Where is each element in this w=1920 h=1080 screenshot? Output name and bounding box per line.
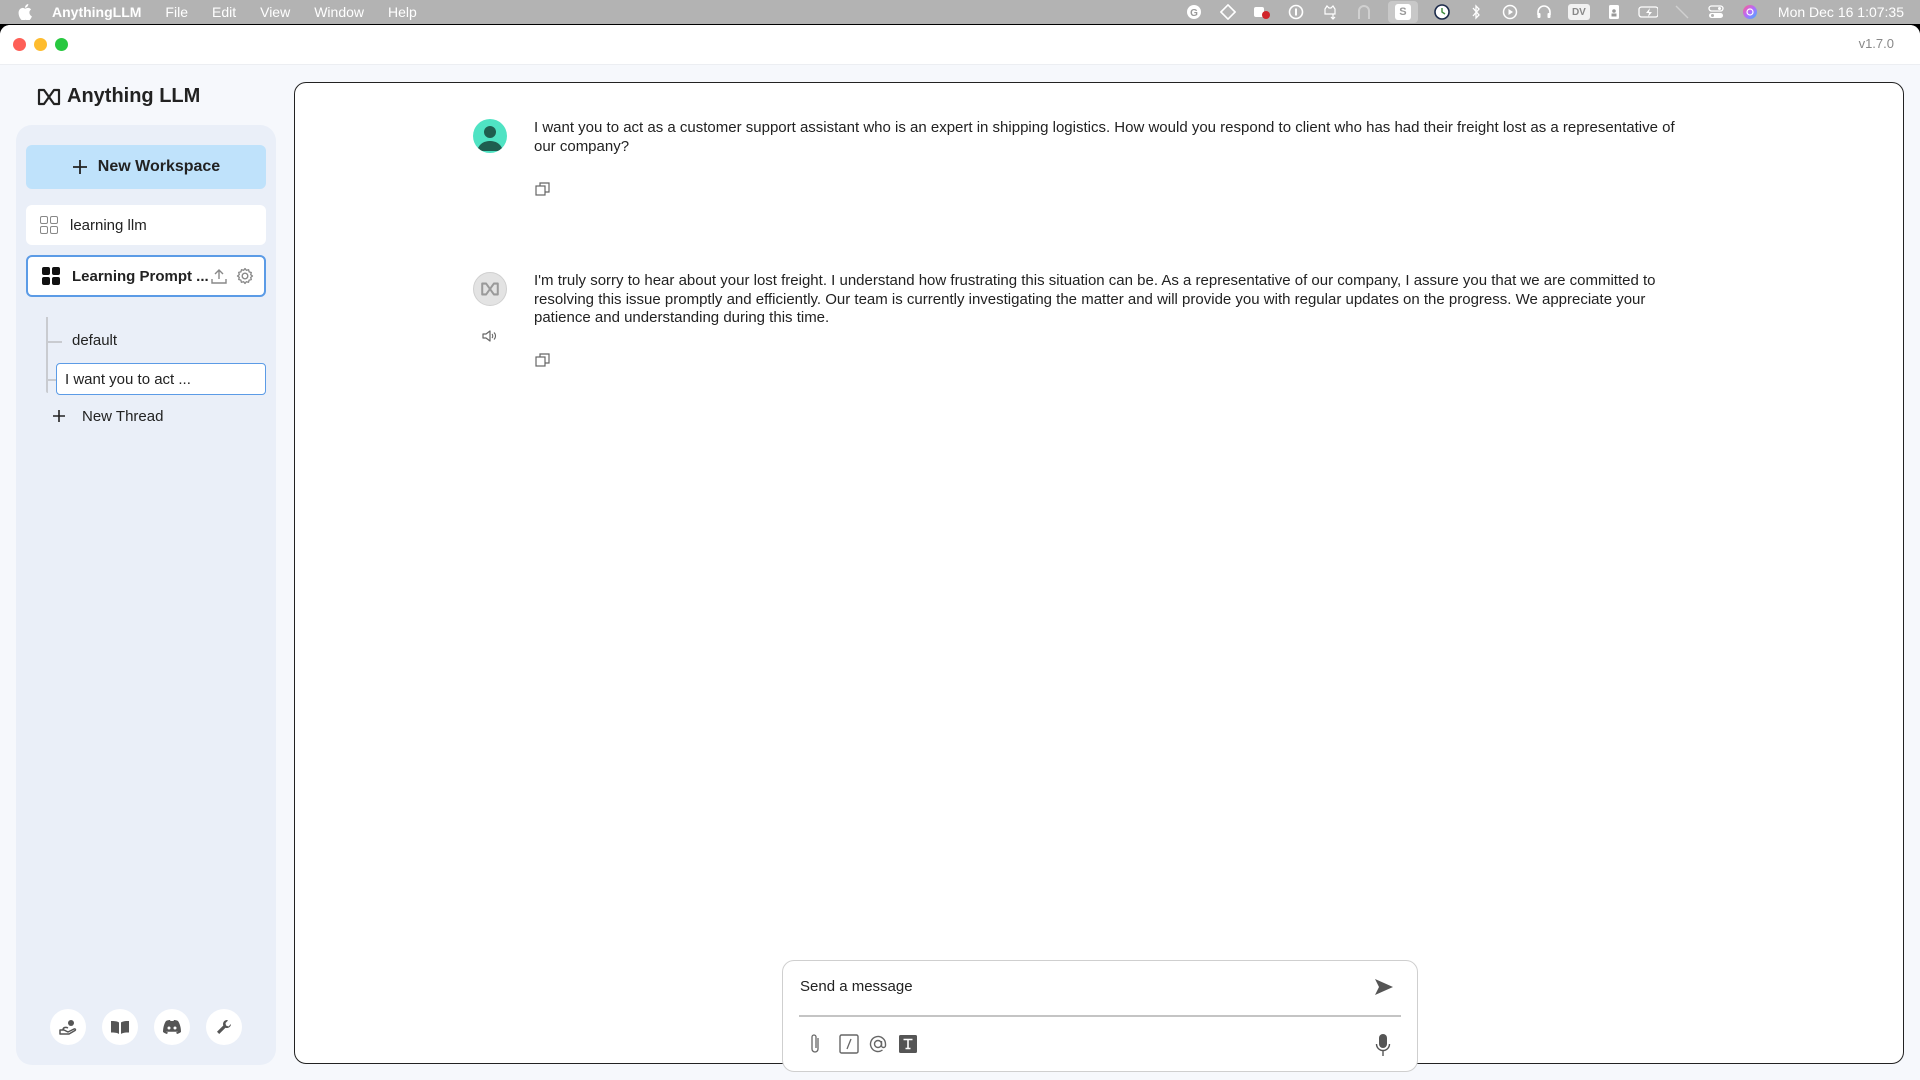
- svg-text:G: G: [1190, 8, 1198, 19]
- battery-icon[interactable]: [1638, 3, 1658, 21]
- text-format-icon: [899, 1035, 917, 1053]
- maximize-window-button[interactable]: [55, 38, 68, 51]
- logo-text: Anything LLM: [67, 85, 201, 107]
- apple-menu-icon[interactable]: [18, 4, 38, 20]
- assistant-avatar: [473, 272, 507, 306]
- time-machine-icon[interactable]: [1432, 3, 1452, 21]
- slash-command-icon: [839, 1034, 859, 1054]
- macos-menubar: AnythingLLM File Edit View Window Help G…: [0, 0, 1920, 24]
- app-window: v1.7.0 Anything LLM New Workspace learni…: [0, 25, 1920, 1080]
- thread-item[interactable]: default: [72, 332, 117, 349]
- onepassword-icon[interactable]: [1286, 3, 1306, 21]
- community-hub-icon: [59, 1020, 77, 1035]
- menubar-clock[interactable]: Mon Dec 16 1:07:35: [1778, 4, 1904, 20]
- control-center-icon[interactable]: [1706, 3, 1726, 21]
- headphones-icon[interactable]: [1534, 3, 1554, 21]
- slash-command-button[interactable]: [839, 1033, 859, 1055]
- dv-icon[interactable]: DV: [1567, 4, 1590, 20]
- copy-icon[interactable]: [535, 352, 551, 368]
- workspace-grid-icon: [42, 267, 60, 285]
- mention-agent-button[interactable]: [868, 1033, 888, 1055]
- new-thread-button[interactable]: New Thread: [48, 405, 163, 427]
- anything-llm-logo-icon: [37, 88, 61, 105]
- attach-button[interactable]: [805, 1033, 825, 1055]
- upload-icon[interactable]: [210, 267, 228, 285]
- sidebar: New Workspace learning llm Learning Prom…: [16, 125, 276, 1065]
- thread-item-active[interactable]: I want you to act ...: [56, 363, 266, 395]
- composer-divider: [799, 1015, 1401, 1017]
- paperclip-icon: [811, 1034, 819, 1053]
- gear-icon[interactable]: [236, 267, 254, 285]
- menu-edit[interactable]: Edit: [212, 4, 236, 20]
- workspace-item-active[interactable]: Learning Prompt ...: [26, 255, 266, 297]
- user-avatar-icon: [477, 126, 503, 151]
- workspace-actions: [210, 267, 254, 285]
- menu-view[interactable]: View: [260, 4, 290, 20]
- workspace-name: Learning Prompt ...: [72, 267, 209, 285]
- arc-icon[interactable]: [1354, 3, 1374, 21]
- app-logo[interactable]: Anything LLM: [37, 85, 200, 108]
- menubar-status-area: G S DV Mon Dec 16 1:07:35: [1184, 0, 1904, 24]
- workspace-item[interactable]: learning llm: [26, 205, 266, 245]
- community-hub-button[interactable]: [50, 1009, 86, 1045]
- plus-icon: [72, 160, 87, 174]
- plus-icon: [48, 405, 70, 427]
- send-icon[interactable]: [1373, 977, 1395, 997]
- thread-name: I want you to act ...: [65, 370, 191, 388]
- thread-tree-line: [46, 317, 48, 393]
- workspace-grid-icon: [40, 216, 58, 234]
- window-controls: [13, 38, 68, 51]
- teams-icon[interactable]: [1252, 3, 1272, 21]
- menu-help[interactable]: Help: [388, 4, 417, 20]
- sidebar-footer: [50, 1009, 242, 1045]
- clipboard-icon[interactable]: [1218, 3, 1238, 21]
- new-thread-label: New Thread: [82, 407, 164, 425]
- copy-icon[interactable]: [535, 181, 551, 197]
- message-composer: [782, 960, 1418, 1072]
- at-sign-icon: [869, 1035, 887, 1053]
- grammarly-icon[interactable]: G: [1184, 3, 1204, 21]
- message-text: I'm truly sorry to hear about your lost …: [534, 272, 1656, 326]
- anything-llm-bot-icon: [481, 282, 499, 296]
- close-window-button[interactable]: [13, 38, 26, 51]
- docs-button[interactable]: [102, 1009, 138, 1045]
- message-input[interactable]: [800, 973, 1360, 999]
- settings-wrench-icon: [217, 1020, 231, 1034]
- user-avatar: [473, 119, 507, 153]
- contacts-icon[interactable]: [1604, 3, 1624, 21]
- new-workspace-button[interactable]: New Workspace: [26, 145, 266, 189]
- discord-button[interactable]: [154, 1009, 190, 1045]
- thread-branch-line: [46, 341, 62, 343]
- new-workspace-label: New Workspace: [97, 158, 221, 175]
- discord-icon: [163, 1020, 181, 1034]
- speaker-icon[interactable]: [481, 328, 499, 344]
- message-text: I want you to act as a customer support …: [534, 119, 1675, 155]
- text-size-button[interactable]: [898, 1033, 918, 1055]
- play-icon[interactable]: [1500, 3, 1520, 21]
- wifi-off-icon[interactable]: [1672, 3, 1692, 21]
- cat-download-icon[interactable]: [1320, 3, 1340, 21]
- minimize-window-button[interactable]: [34, 38, 47, 51]
- menu-window[interactable]: Window: [314, 4, 364, 20]
- menu-app-name[interactable]: AnythingLLM: [52, 4, 141, 20]
- skype-icon[interactable]: S: [1387, 1, 1418, 23]
- app-version: v1.7.0: [1858, 36, 1894, 51]
- menu-file[interactable]: File: [165, 4, 188, 20]
- window-titlebar: v1.7.0: [0, 25, 1920, 65]
- siri-icon[interactable]: [1740, 3, 1760, 21]
- settings-button[interactable]: [206, 1009, 242, 1045]
- docs-book-icon: [111, 1021, 129, 1034]
- microphone-icon[interactable]: [1375, 1033, 1391, 1057]
- workspace-name: learning llm: [70, 216, 147, 234]
- chat-panel: I want you to act as a customer support …: [294, 82, 1904, 1072]
- bluetooth-icon[interactable]: [1466, 3, 1486, 21]
